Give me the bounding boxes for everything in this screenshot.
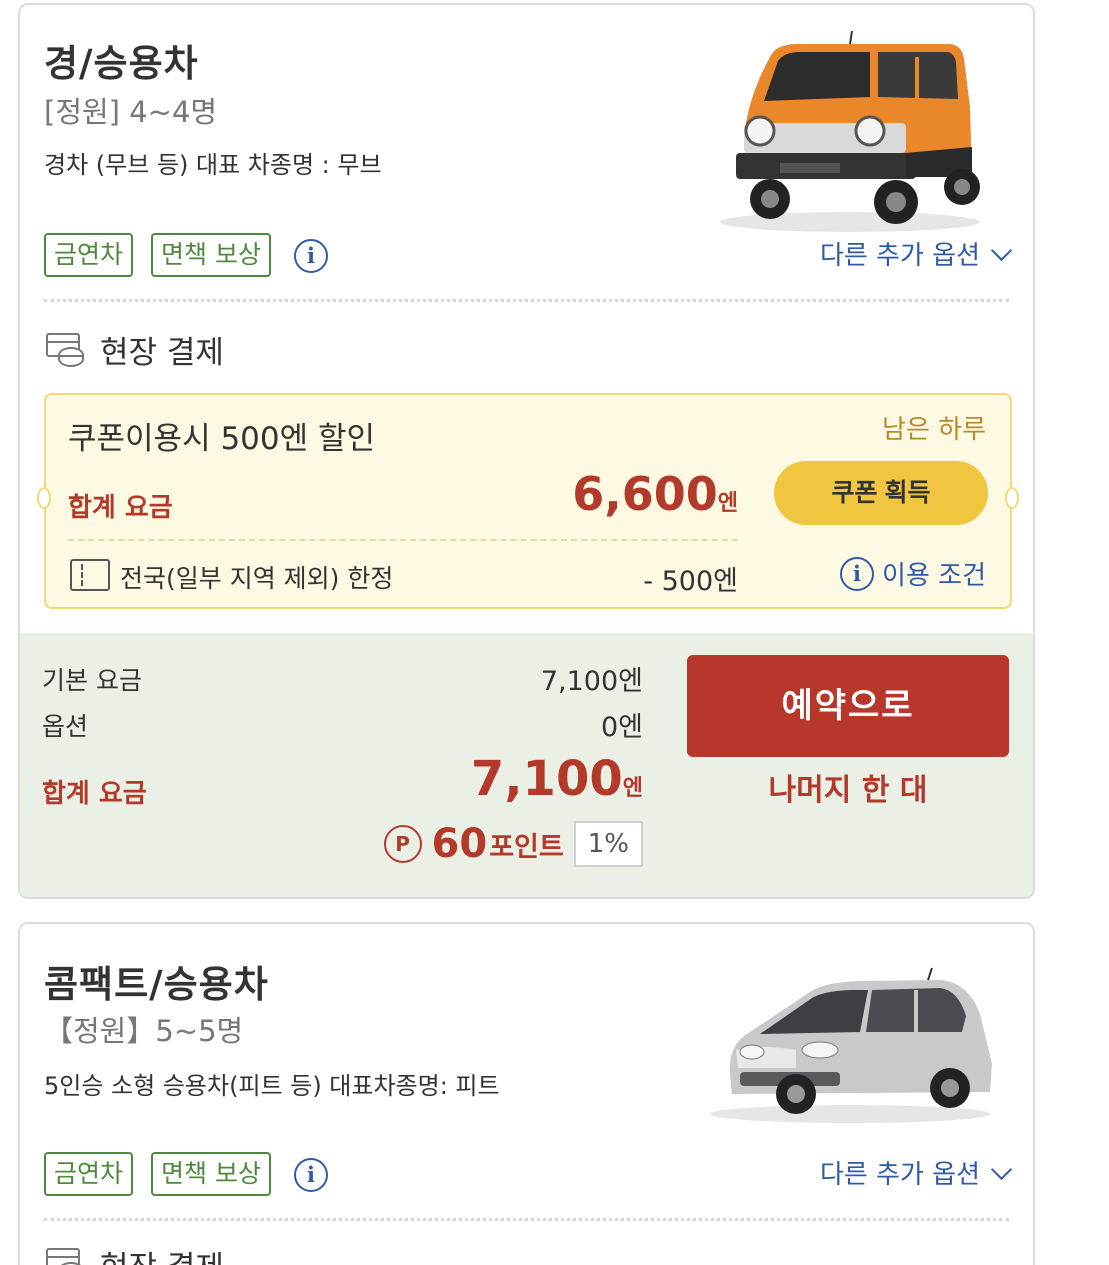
remaining-count: 나머지 한 대 <box>768 773 928 808</box>
info-icon: i <box>840 556 875 591</box>
payment-method: 현장 결제 <box>44 1242 224 1265</box>
more-options-link[interactable]: 다른 추가 옵션 <box>819 235 1013 272</box>
coupon-notch-left <box>37 487 51 509</box>
car-description: 5인승 소형 승용차(피트 등) 대표차종명: 피트 <box>44 1072 500 1100</box>
terms-link[interactable]: i 이용 조건 <box>840 555 986 592</box>
coupon-panel: 쿠폰이용시 500엔 할인 남은 하루 합계 요금 6,600엔 쿠폰 획득 전… <box>37 393 1019 609</box>
divider <box>44 1218 1009 1221</box>
more-options-label: 다른 추가 옵션 <box>819 1160 980 1190</box>
points-icon: P <box>383 825 422 863</box>
info-icon[interactable]: i <box>294 1158 328 1192</box>
points-number: 60 <box>431 821 488 867</box>
car-description: 경차 (무브 등) 대표 차종명 : 무브 <box>44 151 382 179</box>
capacity-text: [정원] 4~4명 <box>44 95 218 129</box>
points-unit: 포인트 <box>489 831 564 863</box>
car-class-title: 경/승용차 <box>44 42 199 85</box>
total-price-number: 7,100 <box>470 751 623 807</box>
payment-cash-icon <box>44 331 86 369</box>
points-rate-badge: 1% <box>573 821 643 867</box>
base-fee-value: 7,100엔 <box>540 666 643 697</box>
tag-insurance: 면책 보상 <box>151 233 271 277</box>
terms-label: 이용 조건 <box>882 561 986 591</box>
info-icon[interactable]: i <box>294 239 328 273</box>
coupon-price-unit: 엔 <box>717 491 738 516</box>
option-value: 0엔 <box>600 712 643 743</box>
more-options-label: 다른 추가 옵션 <box>819 241 980 271</box>
coupon-price-number: 6,600 <box>572 467 718 521</box>
payment-cash-icon <box>44 1246 86 1265</box>
car-card-kei: 경/승용차 [정원] 4~4명 경차 (무브 등) 대표 차종명 : 무브 금연… <box>18 3 1035 899</box>
coupon-region: 전국(일부 지역 제외) 한정 <box>120 564 394 593</box>
coupon-title: 쿠폰이용시 500엔 할인 <box>68 421 376 457</box>
tag-non-smoking: 금연차 <box>44 1152 134 1196</box>
option-label: 옵션 <box>42 712 89 741</box>
tag-insurance: 면책 보상 <box>151 1152 271 1196</box>
coupon-discount: - 500엔 <box>643 566 738 597</box>
base-fee-label: 기본 요금 <box>42 666 142 695</box>
car-image-orange-suv <box>720 30 980 232</box>
coupon-notch-right <box>1005 487 1019 509</box>
total-price-unit: 엔 <box>622 776 643 801</box>
tag-non-smoking: 금연차 <box>44 233 134 277</box>
payment-method-label: 현장 결제 <box>100 335 224 371</box>
chevron-down-icon <box>990 1158 1013 1181</box>
capacity-text: 【정원】5~5명 <box>44 1014 244 1048</box>
payment-method-label: 현장 결제 <box>100 1242 224 1265</box>
car-card-compact: 콤팩트/승용차 【정원】5~5명 5인승 소형 승용차(피트 등) 대표차종명:… <box>18 922 1035 1265</box>
coupon-divider <box>68 539 738 541</box>
ticket-icon <box>70 559 110 591</box>
total-label: 합계 요금 <box>42 779 147 809</box>
coupon-total-price: 6,600엔 <box>572 467 738 521</box>
reserve-button[interactable]: 예약으로 <box>687 655 1009 757</box>
car-class-title: 콤팩트/승용차 <box>44 963 269 1006</box>
coupon-total-label: 합계 요금 <box>68 493 173 523</box>
price-summary: 기본 요금 7,100엔 옵션 0엔 합계 요금 7,100엔 예약으로 나머지… <box>20 633 1033 897</box>
total-price: 7,100엔 <box>471 751 643 807</box>
payment-method: 현장 결제 <box>44 327 224 372</box>
car-image-silver-hatchback <box>710 967 992 1123</box>
points-row: P 60 포인트 1% <box>383 821 643 867</box>
coupon-days-left: 남은 하루 <box>882 415 986 445</box>
chevron-down-icon <box>990 239 1013 262</box>
divider <box>44 299 1009 302</box>
more-options-link[interactable]: 다른 추가 옵션 <box>819 1154 1013 1191</box>
get-coupon-button[interactable]: 쿠폰 획득 <box>774 461 988 525</box>
